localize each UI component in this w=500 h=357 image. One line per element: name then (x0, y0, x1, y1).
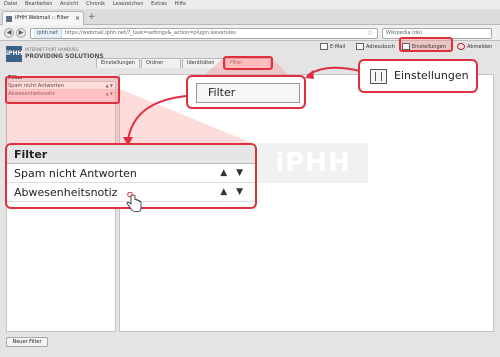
nav-settings[interactable]: Einstellungen (402, 41, 446, 53)
new-filter-button[interactable]: Neuer Filter (6, 337, 48, 347)
logo-mark: iPHH (6, 46, 23, 62)
bookmark-star-icon[interactable]: ☆ (367, 29, 373, 38)
browser-menubar: Datei Bearbeiten Ansicht Chronik Lesezei… (0, 0, 500, 9)
logo-tagline-bottom: PROVIDING SOLUTIONS (25, 53, 104, 60)
menu-item-chronik[interactable]: Chronik (86, 1, 105, 7)
nav-addressbook-label: Adressbuch (366, 44, 395, 50)
filter-list-callout-header: Filter (7, 145, 255, 164)
settings-icon (402, 43, 410, 50)
settings-callout-label: Einstellungen (394, 69, 469, 82)
list-item-label: Spam nicht Antworten (14, 167, 137, 180)
back-icon[interactable]: ◀ (4, 28, 14, 38)
filter-tab-callout-label: Filter (196, 83, 300, 103)
logo: iPHH INTERNET PORT HAMBURG PROVIDING SOL… (6, 46, 104, 62)
mail-icon (320, 43, 328, 50)
forward-icon[interactable]: ▶ (16, 28, 26, 38)
browser-tab[interactable]: iPHH Webmail :: Filter × (2, 11, 84, 25)
menu-item-ansicht[interactable]: Ansicht (60, 1, 78, 7)
reorder-arrows-icon[interactable]: ▲ ▼ (220, 183, 246, 202)
watermark-logo: iPHH (258, 143, 368, 183)
browser-tabbar: iPHH Webmail :: Filter × + (0, 9, 500, 25)
nav-logout-label: Abmelden (467, 44, 493, 50)
logo-tagline-top: INTERNET PORT HAMBURG (25, 47, 79, 52)
hand-cursor-icon (126, 192, 142, 212)
tab-identitaeten[interactable]: Identitäten (182, 58, 224, 68)
menu-item-extras[interactable]: Extras (151, 1, 167, 7)
nav-settings-label: Einstellungen (412, 44, 446, 50)
close-tab-icon[interactable]: × (75, 12, 80, 25)
nav-email-label: E-Mail (330, 44, 346, 50)
menu-item-lesezeichen[interactable]: Lesezeichen (113, 1, 144, 7)
menu-item-bearbeiten[interactable]: Bearbeiten (25, 1, 52, 7)
settings-callout: Einstellungen (358, 59, 478, 93)
logout-icon (457, 43, 465, 50)
nav-addressbook[interactable]: Adressbuch (356, 41, 395, 53)
filter-tab-highlight (223, 56, 273, 70)
list-item-label: Abwesenheitsnotiz (14, 186, 118, 199)
filter-tab-callout: Filter (186, 75, 306, 109)
addressbook-icon (356, 43, 364, 50)
reorder-arrows-icon[interactable]: ▲ ▼ (220, 164, 246, 183)
url-text: https://webmail.iphh.net/?_task=settings… (64, 30, 236, 36)
nav-email[interactable]: E-Mail (320, 41, 345, 53)
settings-icon (370, 69, 387, 84)
browser-tab-title: iPHH Webmail :: Filter (15, 15, 70, 21)
menu-item-hilfe[interactable]: Hilfe (175, 1, 186, 7)
list-item[interactable]: Spam nicht Antworten ▲ ▼ (7, 164, 255, 183)
favicon-icon (6, 16, 12, 22)
site-identity-badge[interactable]: iphh.net (34, 29, 62, 38)
filter-list-highlight (5, 76, 120, 104)
url-bar[interactable]: iphh.net https://webmail.iphh.net/?_task=… (30, 28, 378, 39)
new-tab-button[interactable]: + (88, 12, 96, 22)
tab-einstellungen[interactable]: Einstellungen (96, 58, 140, 68)
menu-item-datei[interactable]: Datei (4, 1, 17, 7)
tab-ordner[interactable]: Ordner (141, 58, 181, 68)
nav-logout[interactable]: Abmelden (457, 41, 492, 53)
